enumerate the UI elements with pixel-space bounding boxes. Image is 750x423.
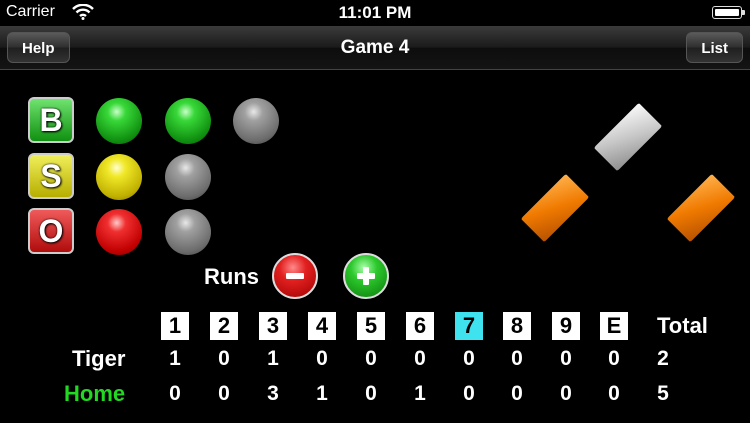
away-team-name: Tiger	[72, 346, 126, 371]
away-total: 2	[657, 347, 669, 370]
home-team-name: Home	[64, 381, 126, 406]
total-header: Total	[657, 313, 708, 338]
strike-light-1[interactable]	[96, 154, 142, 200]
runs-minus-button[interactable]	[272, 253, 318, 299]
away-score-cell: 0	[608, 347, 620, 370]
battery-icon	[712, 6, 745, 19]
page-title: Game 4	[340, 37, 410, 58]
away-score-cell: 0	[316, 347, 328, 370]
third-base[interactable]	[520, 173, 590, 243]
away-score-cell: 0	[414, 347, 426, 370]
first-base[interactable]	[666, 173, 736, 243]
navigation-bar: Help Game 4 List	[0, 26, 750, 70]
inning-header-2[interactable]: 2	[210, 312, 238, 340]
home-score-cell: 0	[511, 382, 523, 405]
away-score-cell: 0	[218, 347, 230, 370]
runs-label: Runs	[204, 264, 259, 289]
away-score-cell: 0	[560, 347, 572, 370]
home-score-cell: 1	[316, 382, 328, 405]
away-score-cell: 0	[463, 347, 475, 370]
plus-icon	[357, 267, 375, 285]
home-score-cell: 0	[560, 382, 572, 405]
inning-header-1[interactable]: 1	[161, 312, 189, 340]
out-light-1[interactable]	[96, 209, 142, 255]
away-score-cell: 1	[267, 347, 279, 370]
home-score-cell: 0	[365, 382, 377, 405]
inning-header-3[interactable]: 3	[259, 312, 287, 340]
inning-header-8[interactable]: 8	[503, 312, 531, 340]
home-score-cell: 0	[608, 382, 620, 405]
strike-light-2[interactable]	[165, 154, 211, 200]
ball-light-2[interactable]	[165, 98, 211, 144]
status-time: 11:01 PM	[338, 3, 412, 22]
outs-label-tile: O	[28, 208, 74, 254]
inning-header-9[interactable]: 9	[552, 312, 580, 340]
home-total: 5	[657, 382, 669, 405]
list-button[interactable]: List	[686, 32, 743, 63]
ball-light-3[interactable]	[233, 98, 279, 144]
outs-label: O	[38, 212, 64, 249]
home-score-cell: 0	[169, 382, 181, 405]
home-score-cell: 3	[267, 382, 279, 405]
inning-header-5[interactable]: 5	[357, 312, 385, 340]
inning-header-6[interactable]: 6	[406, 312, 434, 340]
balls-label: B	[39, 101, 63, 138]
runs-plus-button[interactable]	[343, 253, 389, 299]
away-score-cell: 0	[511, 347, 523, 370]
status-bar: Carrier 11:01 PM	[0, 0, 750, 26]
inning-header-7[interactable]: 7	[455, 312, 483, 340]
minus-icon	[286, 273, 304, 279]
away-score-cell: 1	[169, 347, 181, 370]
strikes-label-tile: S	[28, 153, 74, 199]
balls-label-tile: B	[28, 97, 74, 143]
home-score-cell: 1	[414, 382, 426, 405]
home-score-cell: 0	[218, 382, 230, 405]
inning-header-4[interactable]: 4	[308, 312, 336, 340]
out-light-2[interactable]	[165, 209, 211, 255]
home-score-cell: 0	[463, 382, 475, 405]
strikes-label: S	[40, 157, 62, 194]
away-score-cell: 0	[365, 347, 377, 370]
inning-header-extra[interactable]: E	[600, 312, 628, 340]
second-base[interactable]	[593, 102, 663, 172]
ball-light-1[interactable]	[96, 98, 142, 144]
